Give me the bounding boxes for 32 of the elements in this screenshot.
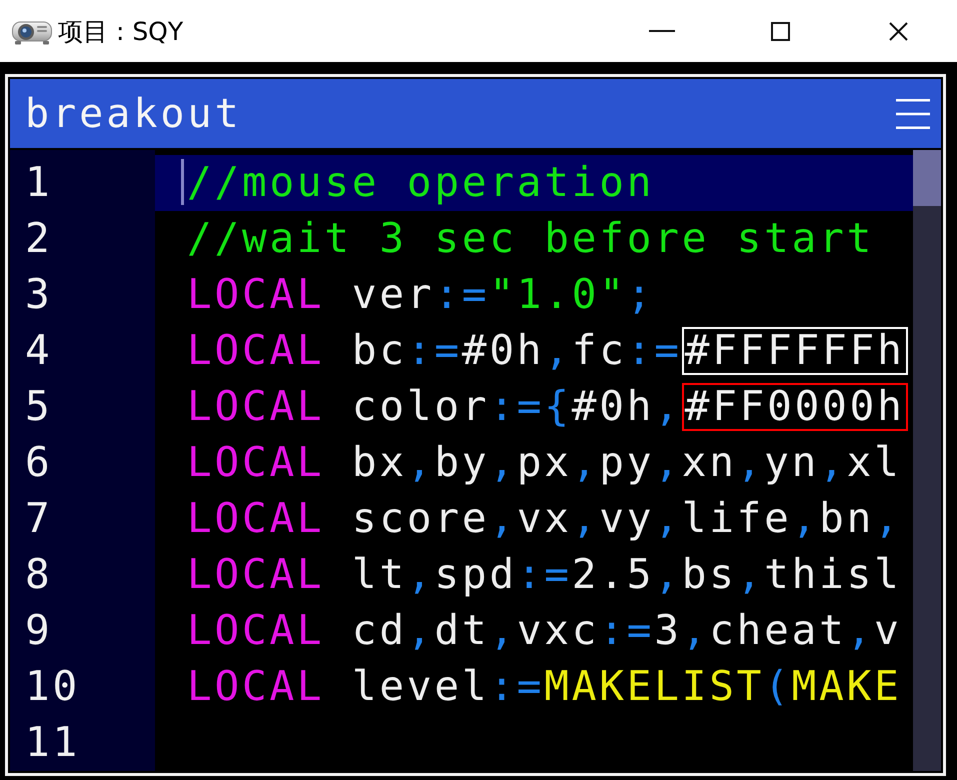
line-number: 6	[25, 439, 52, 487]
line-number: 9	[25, 607, 52, 655]
minimize-icon	[649, 30, 675, 32]
line-number: 11	[25, 719, 80, 767]
line-number: 3	[25, 271, 52, 319]
code-line: LOCAL color:={#0h,	[187, 383, 682, 431]
scrollbar-thumb[interactable]	[913, 150, 941, 206]
code-line: LOCAL cd,dt,vxc:=3,cheat,v	[187, 607, 902, 655]
scrollbar[interactable]	[913, 150, 941, 771]
hex-value-highlight: #FF0000h	[682, 383, 908, 431]
code-line: LOCAL ver:="1.0";	[187, 271, 654, 319]
window-title: 项目 : SQY	[58, 16, 184, 48]
code-line: //wait 3 sec before start	[187, 215, 874, 263]
code-line: LOCAL lt,spd:=2.5,bs,thisl	[187, 551, 902, 599]
code-line: LOCAL bx,by,px,py,xn,yn,xl	[187, 439, 902, 487]
line-number: 5	[25, 383, 52, 431]
menu-icon[interactable]	[896, 98, 930, 128]
text-cursor	[181, 159, 184, 205]
editor-title: breakout	[25, 90, 242, 136]
code-line: LOCAL score,vx,vy,life,bn,	[187, 495, 902, 543]
line-number: 4	[25, 327, 52, 375]
line-number: 1	[25, 159, 52, 207]
line-number: 7	[25, 495, 52, 543]
code-line: //mouse operation	[187, 159, 654, 207]
code-line: LOCAL level:=MAKELIST(MAKE	[187, 663, 902, 711]
close-icon	[888, 22, 908, 40]
line-number: 8	[25, 551, 52, 599]
hex-value-highlight: #FFFFFFh	[682, 327, 908, 375]
line-number: 2	[25, 215, 52, 263]
line-number: 10	[25, 663, 80, 711]
code-line: LOCAL bc:=#0h,fc:=	[187, 327, 682, 375]
maximize-icon	[770, 22, 790, 40]
